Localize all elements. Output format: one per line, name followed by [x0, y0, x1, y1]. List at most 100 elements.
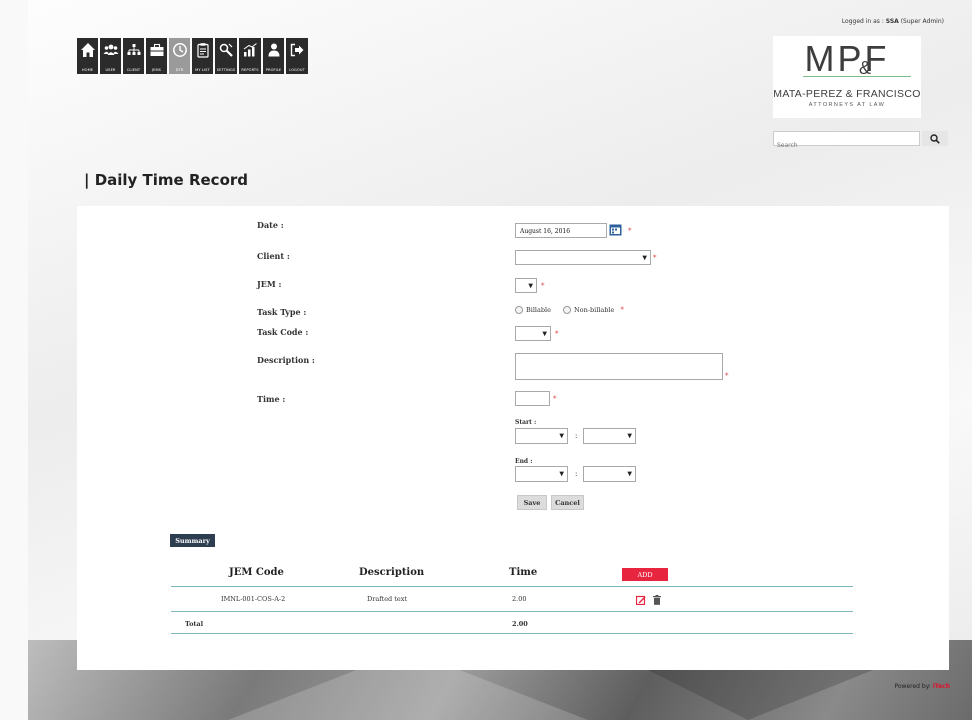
person-icon	[268, 43, 279, 57]
task-code-required-mark: *	[555, 330, 559, 338]
jem-required-mark: *	[541, 282, 545, 290]
logout-icon	[290, 43, 304, 57]
sitemap-icon	[127, 44, 140, 55]
start-label: Start :	[515, 419, 537, 426]
date-field[interactable]: August 16, 2016	[515, 223, 607, 238]
start-hour-dropdown-arrow: ▼	[559, 432, 564, 440]
row-jem-code: IMNL-001-COS-A-2	[221, 595, 286, 603]
nav-settings-label: SETTINGS	[216, 68, 236, 72]
description-required-mark: *	[725, 372, 729, 380]
wrench-icon	[219, 43, 233, 57]
cancel-button[interactable]: Cancel	[551, 495, 584, 510]
table-rule-top	[171, 586, 853, 587]
chart-icon	[243, 43, 257, 57]
end-minute-select[interactable]: ▼	[583, 466, 636, 482]
description-label: Description :	[257, 355, 315, 365]
date-label: Date :	[257, 220, 284, 230]
nav-client-button[interactable]: CLIENT	[123, 38, 144, 74]
summary-tag: Summary	[170, 534, 215, 547]
nav-settings-button[interactable]: SETTINGS	[215, 38, 237, 74]
nav-logout-label: LOGOUT	[289, 68, 305, 72]
time-label: Time :	[257, 394, 286, 404]
page-title: | Daily Time Record	[84, 171, 249, 189]
table-rule-middle	[171, 611, 853, 612]
nav-client-label: CLIENT	[126, 68, 141, 72]
clock-icon	[172, 43, 187, 57]
top-navigation: HOME USER CLIENT JEMS DTR MY LIST SETTIN…	[77, 38, 308, 74]
nav-jems-button[interactable]: JEMS	[146, 38, 167, 74]
left-margin	[0, 0, 28, 720]
logged-in-role: (Super Admin)	[898, 18, 944, 25]
billable-radio[interactable]	[515, 306, 523, 314]
start-hour-select[interactable]: ▼	[515, 428, 568, 444]
end-time-colon: :	[575, 470, 578, 478]
search-input[interactable]	[774, 138, 920, 153]
logo-firm-name: MATA-PEREZ & FRANCISCO	[773, 88, 921, 100]
logged-in-prefix: Logged in as :	[841, 18, 886, 25]
briefcase-icon	[150, 43, 163, 56]
nav-dtr-label: DTR	[175, 68, 184, 72]
nav-reports-button[interactable]: REPORTS	[239, 38, 261, 74]
jem-select[interactable]: ▼	[515, 278, 537, 293]
nav-my-list-label: MY LIST	[195, 68, 210, 72]
total-value: 2.00	[512, 620, 528, 628]
total-label: Total	[185, 620, 204, 628]
task-code-dropdown-arrow: ▼	[542, 330, 547, 337]
nav-my-list-button[interactable]: MY LIST	[192, 38, 213, 74]
nav-user-button[interactable]: USER	[100, 38, 121, 74]
task-code-select[interactable]: ▼	[515, 326, 551, 341]
column-header-jem-code: JEM Code	[229, 567, 284, 578]
logo-divider	[803, 76, 911, 77]
column-header-time: Time	[509, 567, 538, 578]
start-time-colon: :	[575, 432, 578, 440]
dtr-form-panel: Date : August 16, 2016 * Client : ▼ * JE…	[77, 206, 949, 670]
time-input[interactable]	[515, 391, 550, 406]
nav-profile-button[interactable]: PROFILE	[263, 38, 284, 74]
nav-jems-label: JEMS	[151, 68, 162, 72]
nav-home-button[interactable]: HOME	[77, 38, 98, 74]
calendar-icon[interactable]	[609, 223, 622, 236]
nav-user-label: USER	[105, 68, 116, 72]
add-button[interactable]: ADD	[622, 568, 668, 581]
end-minute-dropdown-arrow: ▼	[627, 470, 632, 478]
nav-profile-label: PROFILE	[265, 68, 282, 72]
time-required-mark: *	[553, 395, 557, 403]
jem-label: JEM :	[257, 279, 282, 289]
task-type-required-mark: *	[620, 306, 624, 314]
users-icon	[103, 44, 118, 55]
jem-dropdown-arrow: ▼	[528, 282, 533, 289]
search-button[interactable]	[922, 131, 948, 146]
logo-tagline: ATTORNEYS AT LAW	[808, 102, 886, 108]
edit-icon[interactable]	[636, 595, 646, 605]
start-minute-dropdown-arrow: ▼	[627, 432, 632, 440]
end-hour-select[interactable]: ▼	[515, 466, 568, 482]
non-billable-label: Non-billable	[573, 306, 615, 314]
trash-icon[interactable]	[653, 595, 661, 605]
client-select[interactable]: ▼	[515, 250, 651, 265]
powered-by-brand[interactable]: iTech	[933, 683, 950, 690]
firm-logo: MPF & MATA-PEREZ & FRANCISCO ATTORNEYS A…	[773, 36, 921, 118]
save-button[interactable]: Save	[517, 495, 547, 510]
search-icon	[930, 133, 940, 144]
logo-mpf-text: MPF	[804, 38, 890, 79]
logged-in-status: Logged in as : SSA (Super Admin)	[842, 18, 944, 25]
task-type-label: Task Type :	[257, 307, 307, 317]
non-billable-radio[interactable]	[562, 306, 571, 314]
date-value: August 16, 2016	[520, 228, 571, 235]
client-required-mark: *	[653, 254, 657, 262]
nav-logout-button[interactable]: LOGOUT	[286, 38, 308, 74]
task-type-options: Billable Non-billable *	[515, 306, 624, 314]
nav-dtr-button[interactable]: DTR	[169, 38, 190, 74]
powered-by-prefix: Powered by:	[894, 683, 933, 690]
home-icon	[80, 43, 95, 57]
task-code-label: Task Code :	[257, 327, 309, 337]
column-header-description: Description	[359, 567, 425, 578]
client-label: Client :	[257, 251, 290, 261]
description-textarea[interactable]	[515, 353, 723, 380]
nav-reports-label: REPORTS	[241, 68, 259, 72]
nav-home-label: HOME	[81, 68, 94, 72]
search-box	[773, 131, 920, 153]
powered-by: Powered by: iTech	[894, 683, 950, 690]
row-time: 2.00	[512, 595, 527, 603]
start-minute-select[interactable]: ▼	[583, 428, 636, 444]
